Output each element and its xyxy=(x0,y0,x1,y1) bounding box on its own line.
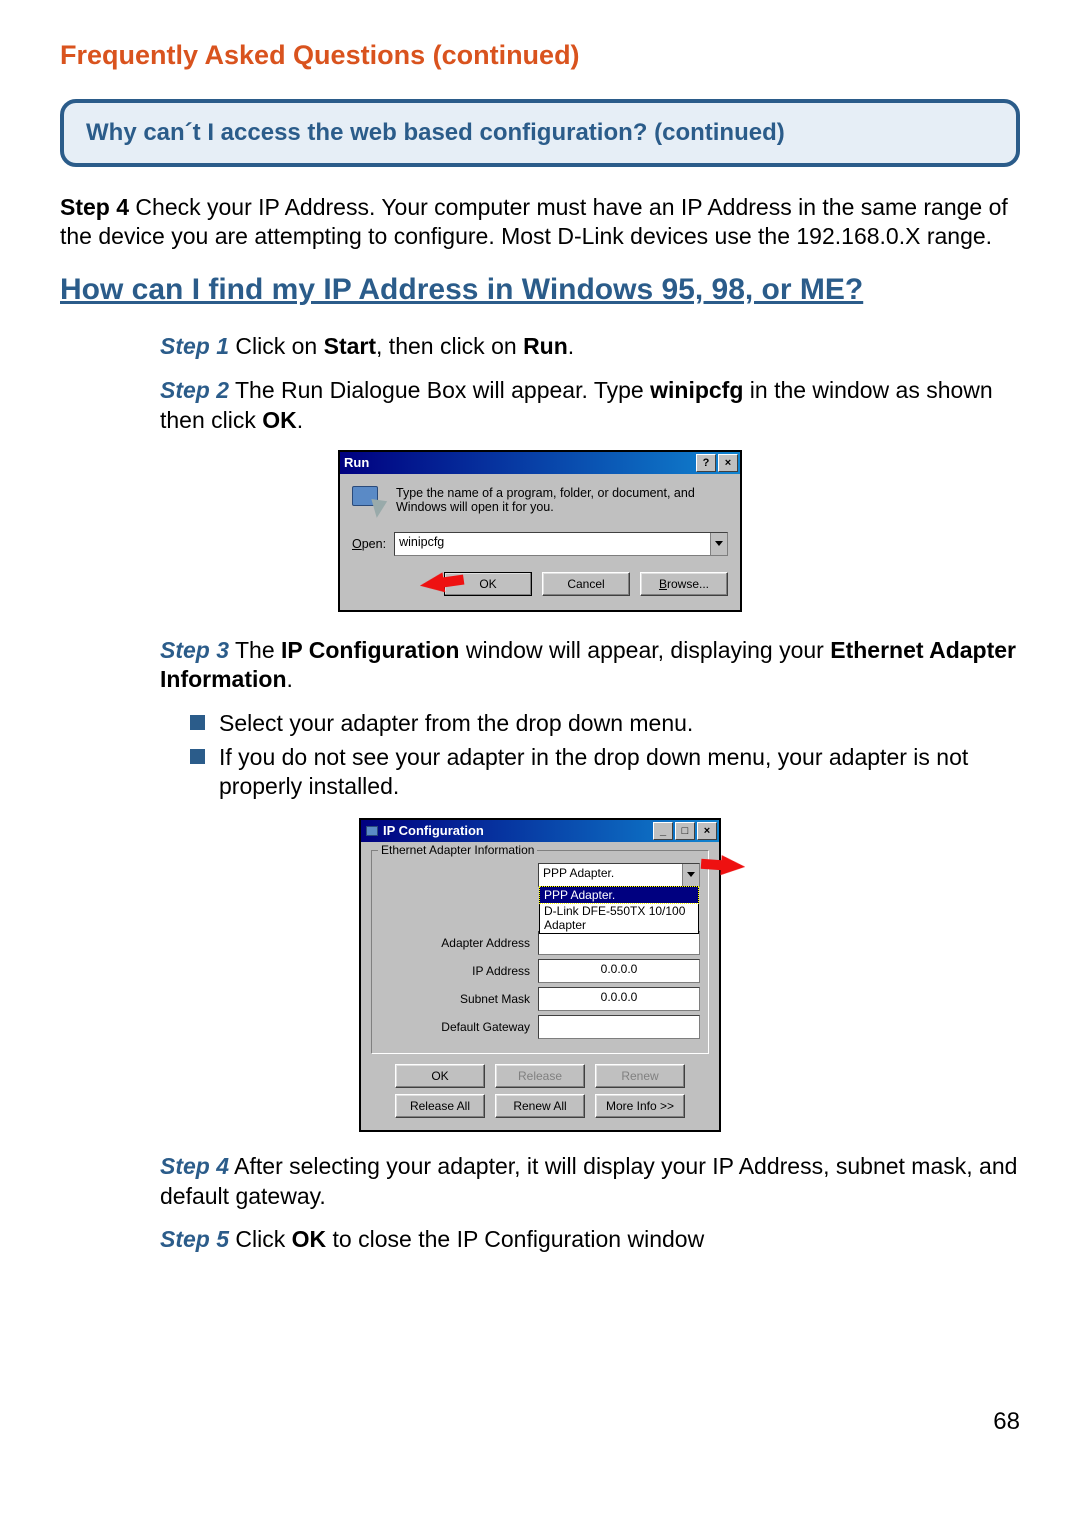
run-icon xyxy=(352,486,386,518)
cancel-button[interactable]: Cancel xyxy=(542,572,630,596)
gateway-label: Default Gateway xyxy=(380,1020,538,1034)
maximize-icon[interactable]: □ xyxy=(675,822,695,840)
ipconfig-title: IP Configuration xyxy=(383,823,651,838)
step4-label: Step 4 xyxy=(160,1153,229,1179)
annotation-arrow-icon xyxy=(419,572,446,595)
ip-address-label: IP Address xyxy=(380,964,538,978)
ipconfig-app-icon xyxy=(365,825,379,837)
step4-text: Check your IP Address. Your computer mus… xyxy=(60,194,1008,249)
step4-label: Step 4 xyxy=(60,194,129,220)
step1-label: Step 1 xyxy=(160,333,229,359)
subnet-value: 0.0.0.0 xyxy=(538,987,700,1011)
browse-button[interactable]: Browse... xyxy=(640,572,728,596)
adapter-address-value xyxy=(538,931,700,955)
ipconfig-dialog: IP Configuration _ □ × Ethernet Adapter … xyxy=(359,818,721,1132)
help-icon[interactable]: ? xyxy=(696,454,716,472)
intro-step4: Step 4 Check your IP Address. Your compu… xyxy=(60,193,1020,252)
ok-button[interactable]: OK xyxy=(395,1064,485,1088)
close-icon[interactable]: × xyxy=(718,454,738,472)
chevron-down-icon[interactable] xyxy=(710,533,727,555)
step5-label: Step 5 xyxy=(160,1226,229,1252)
section-heading: How can I find my IP Address in Windows … xyxy=(60,272,1020,308)
run-title: Run xyxy=(344,455,694,470)
list-item: Select your adapter from the drop down m… xyxy=(60,709,1020,738)
square-bullet-icon xyxy=(190,715,205,730)
list-item: If you do not see your adapter in the dr… xyxy=(60,743,1020,802)
more-info-button[interactable]: More Info >> xyxy=(595,1094,685,1118)
renew-all-button[interactable]: Renew All xyxy=(495,1094,585,1118)
adapter-combo[interactable]: PPP Adapter. PPP Adapter. D-Link DFE-550… xyxy=(538,863,700,887)
page-title: Frequently Asked Questions (continued) xyxy=(60,40,1020,71)
question-box-text: Why can´t I access the web based configu… xyxy=(86,119,994,147)
adapter-address-label: Adapter Address xyxy=(380,936,538,950)
release-all-button[interactable]: Release All xyxy=(395,1094,485,1118)
minimize-icon[interactable]: _ xyxy=(653,822,673,840)
step4: Step 4 After selecting your adapter, it … xyxy=(60,1152,1020,1212)
run-titlebar: Run ? × xyxy=(340,452,740,474)
document-page: Frequently Asked Questions (continued) W… xyxy=(0,0,1080,1460)
step1: Step 1 Click on Start, then click on Run… xyxy=(60,332,1020,362)
open-label: Open: xyxy=(352,537,386,551)
subnet-label: Subnet Mask xyxy=(380,992,538,1006)
run-body: Type the name of a program, folder, or d… xyxy=(340,474,740,610)
bullet-list: Select your adapter from the drop down m… xyxy=(60,709,1020,801)
dropdown-option[interactable]: D-Link DFE-550TX 10/100 Adapter xyxy=(540,903,698,933)
adapter-dropdown[interactable]: PPP Adapter. D-Link DFE-550TX 10/100 Ada… xyxy=(539,886,699,934)
step2: Step 2 The Run Dialogue Box will appear.… xyxy=(60,376,1020,436)
dropdown-option[interactable]: PPP Adapter. xyxy=(540,887,698,903)
close-icon[interactable]: × xyxy=(697,822,717,840)
group-title: Ethernet Adapter Information xyxy=(378,843,537,857)
step5: Step 5 Click OK to close the IP Configur… xyxy=(60,1225,1020,1255)
renew-button[interactable]: Renew xyxy=(595,1064,685,1088)
release-button[interactable]: Release xyxy=(495,1064,585,1088)
ethernet-adapter-group: Ethernet Adapter Information PPP Adapter… xyxy=(371,850,709,1054)
ip-address-value: 0.0.0.0 xyxy=(538,959,700,983)
open-input[interactable]: winipcfg xyxy=(394,532,728,556)
run-instruction: Type the name of a program, folder, or d… xyxy=(396,486,728,514)
step3: Step 3 The IP Configuration window will … xyxy=(60,636,1020,696)
square-bullet-icon xyxy=(190,749,205,764)
chevron-down-icon[interactable] xyxy=(682,864,699,886)
run-dialog: Run ? × Type the name of a program, fold… xyxy=(338,450,742,612)
gateway-value xyxy=(538,1015,700,1039)
ipconfig-titlebar: IP Configuration _ □ × xyxy=(361,820,719,842)
annotation-arrow-icon xyxy=(720,855,745,877)
step2-label: Step 2 xyxy=(160,377,229,403)
step3-label: Step 3 xyxy=(160,637,229,663)
page-number: 68 xyxy=(993,1408,1020,1436)
question-box: Why can´t I access the web based configu… xyxy=(60,99,1020,167)
